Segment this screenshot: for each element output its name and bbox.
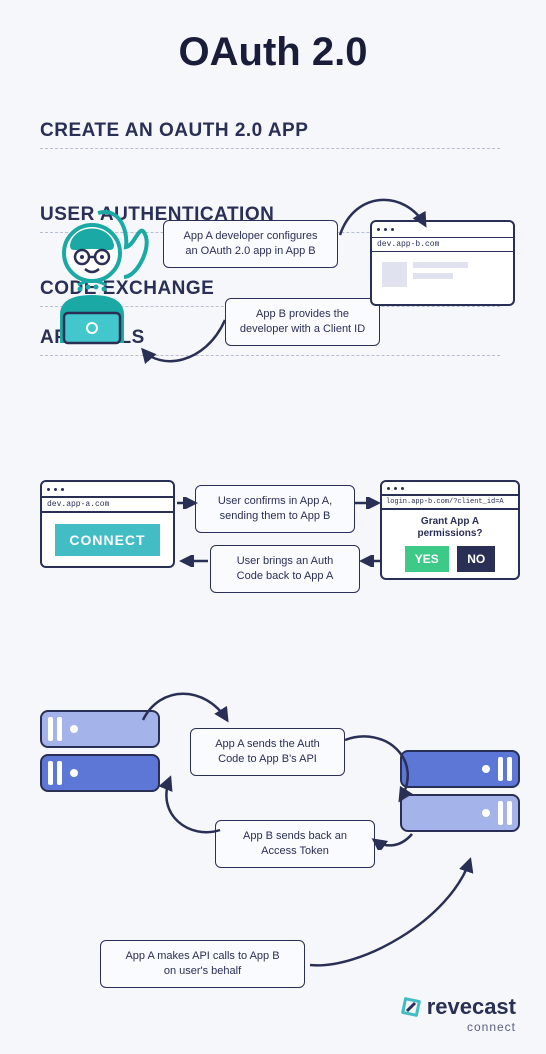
login-url: login.app-b.com/?client_id=A [380, 496, 520, 510]
browser-b-url: dev.app-b.com [370, 238, 515, 251]
yes-button[interactable]: YES [405, 546, 449, 572]
step-box-create-b: App B provides thedeveloper with a Clien… [225, 298, 380, 346]
step-box-api-a: App A makes API calls to App Bon user's … [100, 940, 305, 988]
brand-subtitle: connect [401, 1020, 516, 1034]
step-box-create-a: App A developer configuresan OAuth 2.0 a… [163, 220, 338, 268]
section-heading-create: CREATE AN OAUTH 2.0 APP [40, 120, 500, 149]
server-app-a-icon [40, 710, 160, 798]
brand-logo: revecast connect [401, 994, 516, 1034]
step-box-auth-a: User confirms in App A,sending them to A… [195, 485, 355, 533]
browser-mock-app-b: dev.app-b.com [370, 220, 515, 306]
step-box-code-b: App B sends back anAccess Token [215, 820, 375, 868]
no-button[interactable]: NO [457, 546, 495, 572]
browser-mock-app-a: dev.app-a.com CONNECT [40, 480, 175, 568]
step-box-auth-b: User brings an AuthCode back to App A [210, 545, 360, 593]
brand-name: revecast [427, 994, 516, 1020]
step-box-code-a: App A sends the AuthCode to App B's API [190, 728, 345, 776]
page-title: OAuth 2.0 [0, 30, 546, 75]
connect-button[interactable]: CONNECT [55, 524, 159, 556]
server-app-b-icon [400, 750, 520, 838]
browser-a-url: dev.app-a.com [40, 498, 175, 513]
grant-question: Grant App Apermissions? [388, 516, 512, 540]
developer-avatar-icon [40, 205, 150, 350]
browser-mock-login: login.app-b.com/?client_id=A Grant App A… [380, 480, 520, 580]
brand-mark-icon [401, 997, 421, 1017]
